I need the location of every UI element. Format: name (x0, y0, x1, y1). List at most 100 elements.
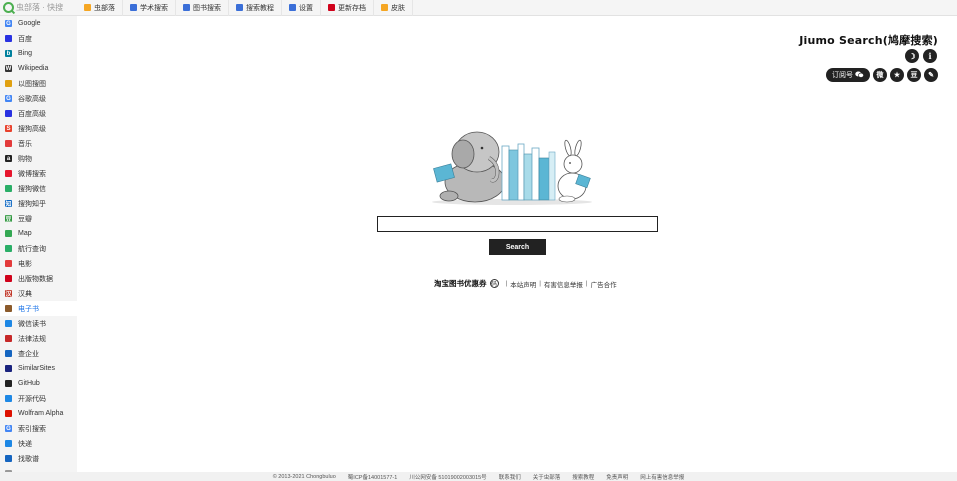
top-nav-label: 虫部落 (94, 4, 115, 12)
sidebar-item-label: 微博搜索 (18, 170, 46, 178)
top-nav-item[interactable]: 搜索教程 (229, 0, 282, 16)
sidebar-item[interactable]: 微博搜索 (0, 166, 77, 181)
info-icon: i (928, 51, 932, 61)
chat-icon: ✎ (928, 72, 934, 79)
taobao-coupon-link[interactable]: 淘宝图书优惠券 (434, 278, 487, 289)
qr-code-icon[interactable]: 码 (489, 279, 499, 288)
footer-link[interactable]: 搜索教程 (572, 473, 594, 481)
sidebar-item-label: 搜狗微信 (18, 185, 46, 193)
ad-link[interactable]: 广告合作 (591, 279, 617, 289)
site-favicon-icon (5, 395, 12, 402)
sidebar-item-label: 电子书 (18, 305, 39, 313)
sidebar-item-label: Wikipedia (18, 65, 49, 72)
site-favicon-icon: W (5, 65, 12, 72)
footer-link[interactable]: 蜀ICP备14001577-1 (348, 473, 398, 481)
sidebar-item[interactable]: G 谷歌高级 (0, 91, 77, 106)
sidebar-item-label: 豆瓣 (18, 215, 32, 223)
sidebar-item-label: 音乐 (18, 140, 32, 148)
site-favicon-icon (5, 410, 12, 417)
sidebar-item[interactable]: S 搜狗高级 (0, 121, 77, 136)
star-button[interactable]: ★ (890, 68, 904, 82)
footer-link[interactable]: 联系我们 (499, 473, 521, 481)
report-link[interactable]: 有害信息举报 (544, 279, 583, 289)
sidebar-item-label: SimilarSites (18, 365, 55, 372)
statement-link[interactable]: 本站声明 (510, 279, 536, 289)
sidebar-item[interactable]: 微信读书 (0, 316, 77, 331)
sidebar-item[interactable]: 出版物数据 (0, 271, 77, 286)
site-favicon-icon: S (5, 125, 12, 132)
top-nav-item[interactable]: 设置 (282, 0, 321, 16)
footer-links-row: 淘宝图书优惠券 码 | 本站声明 | 有害信息举报 | 广告合作 (434, 278, 617, 289)
subscribe-label: 订阅号 (832, 72, 853, 79)
sidebar-item[interactable]: 百度 (0, 31, 77, 46)
footer-link[interactable]: 网上有害信息举报 (640, 473, 684, 481)
top-nav-item[interactable]: 图书搜索 (176, 0, 229, 16)
sidebar-item-label: Wolfram Alpha (18, 410, 64, 417)
sidebar-item[interactable]: G Google (0, 16, 77, 31)
top-nav-label: 设置 (299, 4, 313, 12)
site-favicon-icon (5, 440, 12, 447)
search-button[interactable]: Search (489, 239, 546, 255)
sidebar-item-label: 购物 (18, 155, 32, 163)
chat-button[interactable]: ✎ (924, 68, 938, 82)
sidebar-item[interactable]: Map (0, 226, 77, 241)
site-favicon-icon (5, 380, 12, 387)
site-favicon-icon: a (5, 155, 12, 162)
bulb-icon (84, 4, 91, 11)
sidebar-item[interactable]: G 索引搜索 (0, 421, 77, 436)
brand[interactable]: 虫部落 · 快搜 (0, 0, 77, 16)
footer-link[interactable]: 关于虫部落 (533, 473, 561, 481)
top-nav-item[interactable]: 虫部落 (77, 0, 123, 16)
douban-button[interactable]: 豆 (907, 68, 921, 82)
sidebar-item-label: 微信读书 (18, 320, 46, 328)
cap-icon (130, 4, 137, 11)
sidebar-item[interactable]: 知搜狗知乎 (0, 196, 77, 211)
sidebar-item-label: 开源代码 (18, 395, 46, 403)
douban-icon: 豆 (910, 72, 918, 79)
sidebar-item-label: 谷歌高级 (18, 95, 46, 103)
sidebar-item[interactable]: 汉汉典 (0, 286, 77, 301)
sidebar-item[interactable]: 法律法规 (0, 331, 77, 346)
top-nav: 虫部落 学术搜索 图书搜索 搜索教程 设置 更新存档 皮肤 (77, 0, 413, 16)
weibo-button[interactable]: 微 (873, 68, 887, 82)
sidebar-item-label: 出版物数据 (18, 275, 53, 283)
page-footer: © 2013-2021 Chongbuluo 蜀ICP备14001577-1 川公网… (0, 472, 957, 481)
footer-link[interactable]: 免责声明 (606, 473, 628, 481)
sidebar-item[interactable]: a 购物 (0, 151, 77, 166)
site-favicon-icon (5, 35, 12, 42)
sidebar-item[interactable]: 电影 (0, 256, 77, 271)
separator: | (585, 280, 588, 287)
search-input[interactable] (377, 216, 658, 232)
elephant-books-illustration (427, 124, 602, 206)
sidebar-item[interactable]: Wolfram Alpha (0, 406, 77, 421)
sidebar-item[interactable]: SimilarSites (0, 361, 77, 376)
dark-mode-button[interactable]: ☽ (905, 49, 919, 63)
sidebar-item-label: 百度高级 (18, 110, 46, 118)
top-nav-item[interactable]: 更新存档 (321, 0, 374, 16)
top-nav-item[interactable]: 学术搜索 (123, 0, 176, 16)
sidebar-item[interactable]: 电子书 (0, 301, 77, 316)
sidebar-item[interactable]: b Bing (0, 46, 77, 61)
top-nav-item[interactable]: 皮肤 (374, 0, 413, 16)
sidebar-item[interactable]: GitHub (0, 376, 77, 391)
star-icon: ★ (893, 72, 901, 79)
sidebar-item[interactable]: 音乐 (0, 136, 77, 151)
sidebar-item-label: Google (18, 20, 41, 27)
doc-icon (236, 4, 243, 11)
sidebar-item[interactable]: 查企业 (0, 346, 77, 361)
sidebar-item[interactable]: 快递 (0, 436, 77, 451)
subscribe-wechat-button[interactable]: 订阅号 (826, 68, 870, 82)
site-favicon-icon: 知 (5, 200, 12, 208)
sidebar-item[interactable]: W Wikipedia (0, 61, 77, 76)
sidebar-item[interactable]: 以图搜图 (0, 76, 77, 91)
sidebar-item[interactable]: 豆豆瓣 (0, 211, 77, 226)
sidebar-item[interactable]: 开源代码 (0, 391, 77, 406)
sidebar-item-label: 搜狗知乎 (18, 200, 46, 208)
sidebar-item[interactable]: 百度高级 (0, 106, 77, 121)
sidebar-item[interactable]: 找歌谱 (0, 451, 77, 466)
info-button[interactable]: i (923, 49, 937, 63)
sidebar-item[interactable]: 搜狗微信 (0, 181, 77, 196)
footer-link[interactable]: 川公网安备 51019002003015号 (409, 473, 486, 481)
sidebar-item[interactable]: 航行查询 (0, 241, 77, 256)
sidebar-item-label: 以图搜图 (18, 80, 46, 88)
